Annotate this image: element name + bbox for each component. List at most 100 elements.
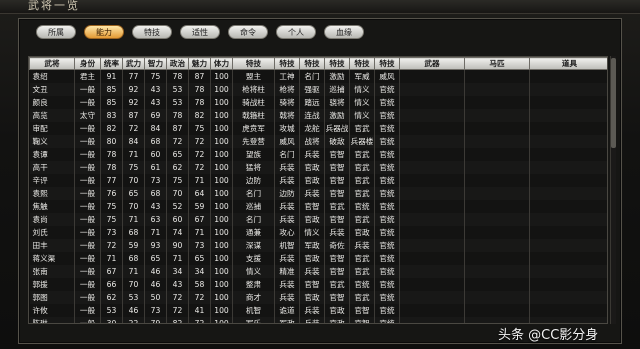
table-cell: 先登营 [232, 134, 275, 148]
table-cell [399, 265, 465, 279]
table-cell [464, 82, 530, 96]
table-cell: 100 [210, 108, 233, 122]
table-cell: 兵装 [299, 304, 325, 318]
table-cell: 43 [144, 82, 167, 96]
column-header[interactable]: 道具 [529, 57, 607, 70]
table-row[interactable]: 许攸 一般 53 46 73 72 41 100 机智 诡道 兵装 官政 官智 官统 [29, 304, 607, 318]
column-header[interactable]: 武器 [399, 57, 465, 70]
table-cell: 一般 [74, 226, 101, 240]
table-cell: 兵器楼 [349, 134, 375, 148]
table-row[interactable]: 田丰 一般 72 59 93 90 73 100 深谋 机智 军政 奇佐 兵装 官统 [29, 239, 607, 253]
tab-aptitude[interactable]: 适性 [180, 25, 220, 39]
table-cell: 52 [166, 199, 189, 214]
table-row[interactable]: 高干 一般 78 75 61 62 72 100 猛将 兵装 官政 官智 官武 官统 [29, 160, 607, 174]
table-row[interactable]: 辛评 一般 77 70 73 75 71 100 边防 兵装 官政 官智 官武 官统 [29, 173, 607, 187]
table-row[interactable]: 审配 一般 82 72 84 87 75 100 虎贲军 攻城 龙舵 兵器战 官武 官统 [29, 121, 607, 135]
table-row[interactable]: 袁绍 君主 91 77 75 78 87 100 盟主 工神 名门 激励 军威 威风 [29, 69, 607, 83]
column-header[interactable]: 统率 [100, 57, 123, 70]
column-header[interactable]: 马匹 [464, 57, 530, 70]
table-cell [399, 199, 465, 214]
table-cell: 兵装 [274, 160, 300, 174]
table-row[interactable]: 刘氏 一般 73 68 71 74 71 100 通兼 攻心 情义 兵装 官政 官统 [29, 226, 607, 240]
table-row[interactable]: 陈琳 一般 30 22 79 82 72 100 军乐 军政 兵装 官政 官智 官统 [29, 317, 607, 323]
column-header[interactable]: 政治 [166, 57, 189, 70]
table-cell [464, 304, 530, 318]
table-cell: 一般 [74, 95, 101, 109]
table-cell: 34 [166, 265, 189, 279]
table-row[interactable]: 高览 太守 83 87 69 78 82 100 戟箍柱 戟将 连战 激励 情义 官统 [29, 108, 607, 122]
table-row[interactable]: 郭援 一般 66 70 46 43 58 100 整肃 兵装 官智 官武 官统 官统 [29, 278, 607, 292]
tab-affiliation[interactable]: 所属 [36, 25, 76, 39]
table-cell [529, 134, 607, 148]
column-header[interactable]: 武将 [29, 57, 75, 70]
column-header[interactable]: 特技 [349, 57, 375, 70]
table-cell: 63 [144, 213, 167, 227]
table-cell: 官统 [374, 147, 400, 161]
table-cell: 袁熙 [29, 186, 75, 200]
table-row[interactable]: 蒋义渠 一般 71 68 65 71 65 100 支援 兵装 官政 官智 官武 官统 [29, 252, 607, 266]
table-cell [464, 239, 530, 253]
table-cell: 官统 [374, 226, 400, 240]
table-cell: 100 [210, 317, 233, 323]
table-cell: 75 [100, 199, 123, 214]
table-cell [399, 147, 465, 161]
table-cell: 兵装 [299, 317, 325, 323]
table-cell: 100 [210, 173, 233, 187]
column-header[interactable]: 特技 [274, 57, 300, 70]
table-row[interactable]: 袁熙 一般 76 65 68 70 64 100 名门 边防 兵装 官智 官武 官统 [29, 186, 607, 200]
column-header[interactable]: 特技 [324, 57, 350, 70]
table-cell: 65 [166, 147, 189, 161]
table-cell: 激励 [324, 108, 350, 122]
table-cell: 名门 [274, 147, 300, 161]
scrollbar[interactable] [610, 56, 616, 324]
table-cell: 威风 [274, 134, 300, 148]
table-cell [529, 82, 607, 96]
tab-personal[interactable]: 个人 [276, 25, 316, 39]
column-header[interactable]: 体力 [210, 57, 233, 70]
column-header[interactable]: 特技 [299, 57, 325, 70]
table-cell: 官智 [324, 173, 350, 187]
column-header[interactable]: 武力 [122, 57, 145, 70]
table-cell: 53 [166, 95, 189, 109]
table-cell: 破敌 [324, 134, 350, 148]
table-cell: 85 [100, 95, 123, 109]
table-cell [529, 121, 607, 135]
table-cell: 官统 [349, 278, 375, 292]
table-cell: 官武 [349, 265, 375, 279]
table-cell: 71 [188, 173, 211, 187]
tab-skills[interactable]: 特技 [132, 25, 172, 39]
table-cell: 93 [144, 239, 167, 253]
table-cell: 连战 [299, 108, 325, 122]
table-row[interactable]: 张南 一般 67 71 46 34 34 100 情义 精准 兵装 官智 官武 官统 [29, 265, 607, 279]
table-cell: 审配 [29, 121, 75, 135]
column-header[interactable]: 特技 [374, 57, 400, 70]
table-cell [399, 121, 465, 135]
table-cell: 官统 [374, 239, 400, 253]
table-cell: 100 [210, 69, 233, 83]
tab-command[interactable]: 命令 [228, 25, 268, 39]
table-row[interactable]: 文丑 一般 85 92 43 53 78 100 枪将柱 枪将 强驱 巡捕 情义 官统 [29, 82, 607, 96]
table-cell: 87 [166, 121, 189, 135]
table-row[interactable]: 郭图 一般 62 53 50 72 72 100 商才 兵装 官政 官智 官武 官统 [29, 291, 607, 305]
table-row[interactable]: 鞠义 一般 80 84 68 72 72 100 先登营 威风 战将 破敌 兵器楼 官统 [29, 134, 607, 148]
table-cell: 官智 [324, 291, 350, 305]
table-cell [399, 252, 465, 266]
table-row[interactable]: 袁谭 一般 78 71 60 65 72 100 望族 名门 兵装 官智 官武 官统 [29, 147, 607, 161]
column-header[interactable]: 智力 [144, 57, 167, 70]
table-cell: 73 [144, 304, 167, 318]
column-header[interactable]: 特技 [232, 57, 275, 70]
table-cell: 46 [144, 278, 167, 292]
table-row[interactable]: 颜良 一般 85 92 43 53 78 100 骑战柱 骑将 踏远 骁将 情义 官统 [29, 95, 607, 109]
column-header[interactable]: 身份 [74, 57, 101, 70]
table-row[interactable]: 焦触 一般 75 70 43 52 59 100 巡捕 兵装 官智 官武 官统 官统 [29, 199, 607, 214]
table-row[interactable]: 袁尚 一般 75 71 63 60 67 100 名门 兵装 官政 官智 官武 官统 [29, 213, 607, 227]
tab-ability[interactable]: 能力 [84, 25, 124, 39]
table-cell: 一般 [74, 291, 101, 305]
scrollbar-thumb[interactable] [611, 58, 616, 148]
table-cell: 100 [210, 147, 233, 161]
table-cell [464, 226, 530, 240]
table-cell: 官统 [374, 173, 400, 187]
column-header[interactable]: 魅力 [188, 57, 211, 70]
tab-lineage[interactable]: 血缘 [324, 25, 364, 39]
table-cell: 兵装 [274, 199, 300, 214]
